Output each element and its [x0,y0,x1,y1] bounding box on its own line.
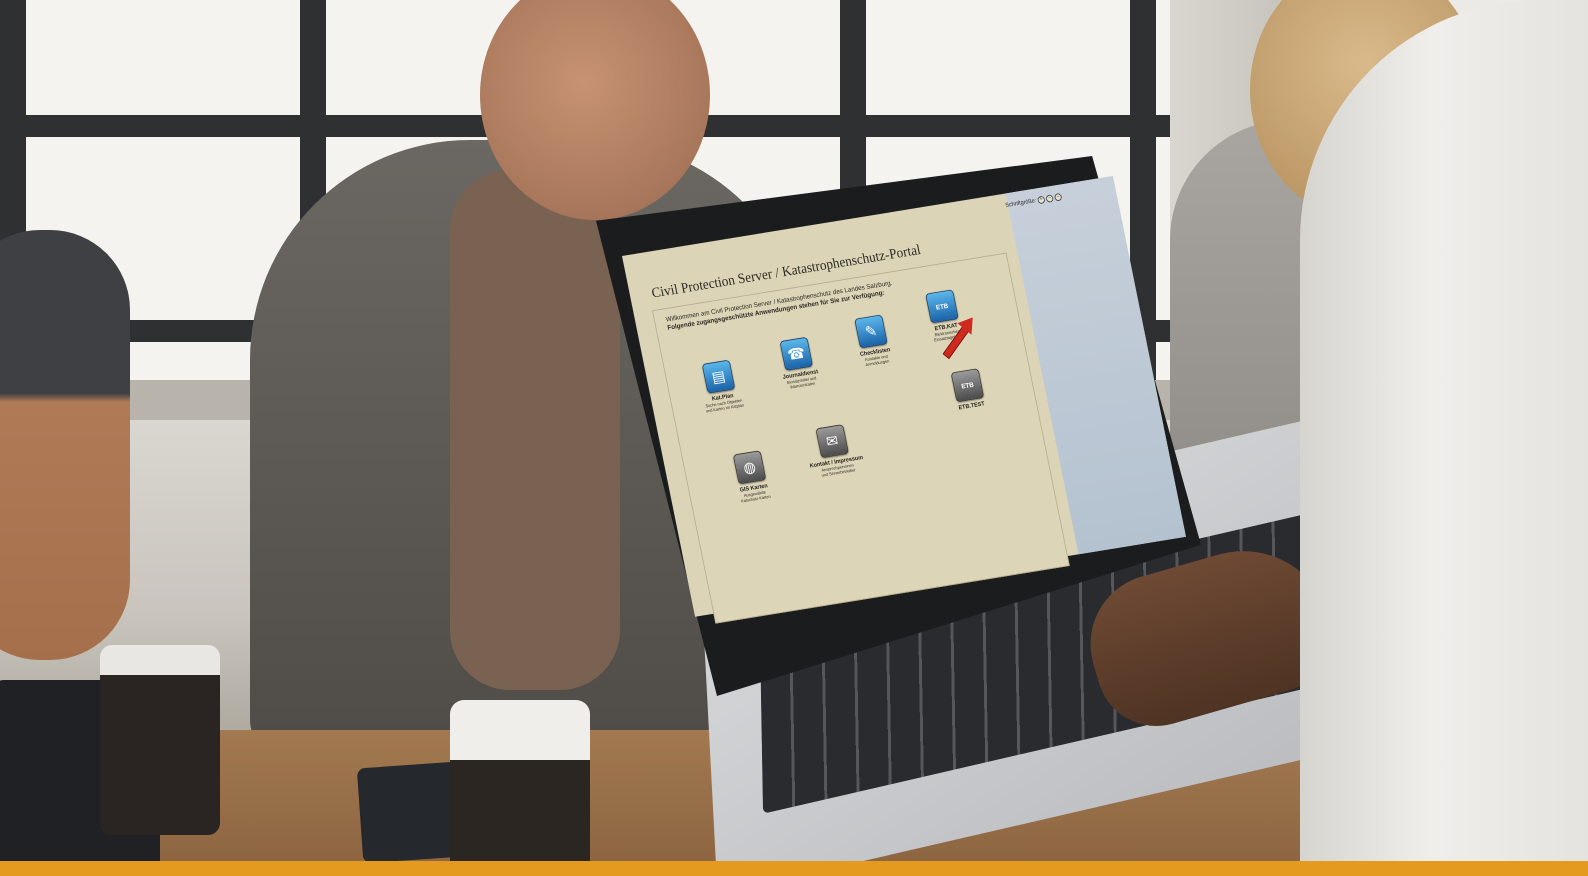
document-icon: ▤ [701,359,736,394]
accent-strip [0,861,1588,876]
app-tile-gis-karten[interactable]: ◍ GIS Karten Ausgewählte Katschutz-Karte… [710,447,794,508]
app-tile-kontakt-impressum[interactable]: ✉ Kontakt / Impressum Ansprechpersonen u… [792,420,876,481]
etb-book-icon: ETB [950,368,985,403]
font-size-decrease-button[interactable]: – [1053,192,1063,202]
font-size-increase-button[interactable]: + [1037,195,1046,205]
foreground-person-shoulder [1300,0,1588,876]
phone-icon: ☎ [779,336,814,371]
app-tile-katplan[interactable]: ▤ Kat.Plan Suche nach Objekten und Karte… [679,356,763,417]
person-center-shirt [450,170,620,690]
font-size-reset-button[interactable]: – [1045,194,1054,203]
app-tile-journaldienst[interactable]: ☎ Journaldienst Einsatzmittel und Warnze… [756,333,840,394]
envelope-icon: ✉ [815,424,849,459]
smartphone [356,761,464,864]
clipboard-icon: ✎ [854,314,888,349]
app-tile-etb-test[interactable]: ETB ETB.TEST [928,364,1010,415]
globe-icon: ◍ [732,450,767,485]
coffee-cup-center [450,700,590,876]
app-title: ETB.TEST [958,401,986,412]
portal-content-box: Willkommen am Civil Protection Server / … [652,252,1070,624]
app-tile-checklisten[interactable]: ✎ Checklisten Kontakte und Anmeldungen [831,311,915,372]
coffee-cup-left [100,645,220,835]
photo-scene: Schriftgröße: + – – Civil Protection Ser… [0,0,1588,876]
app-tile-etb-kat[interactable]: ETB ETB.KAT Elektronisches Einsatztagebu… [902,286,986,347]
person-left-arm [0,230,130,660]
etb-book-icon: ETB [925,289,959,324]
